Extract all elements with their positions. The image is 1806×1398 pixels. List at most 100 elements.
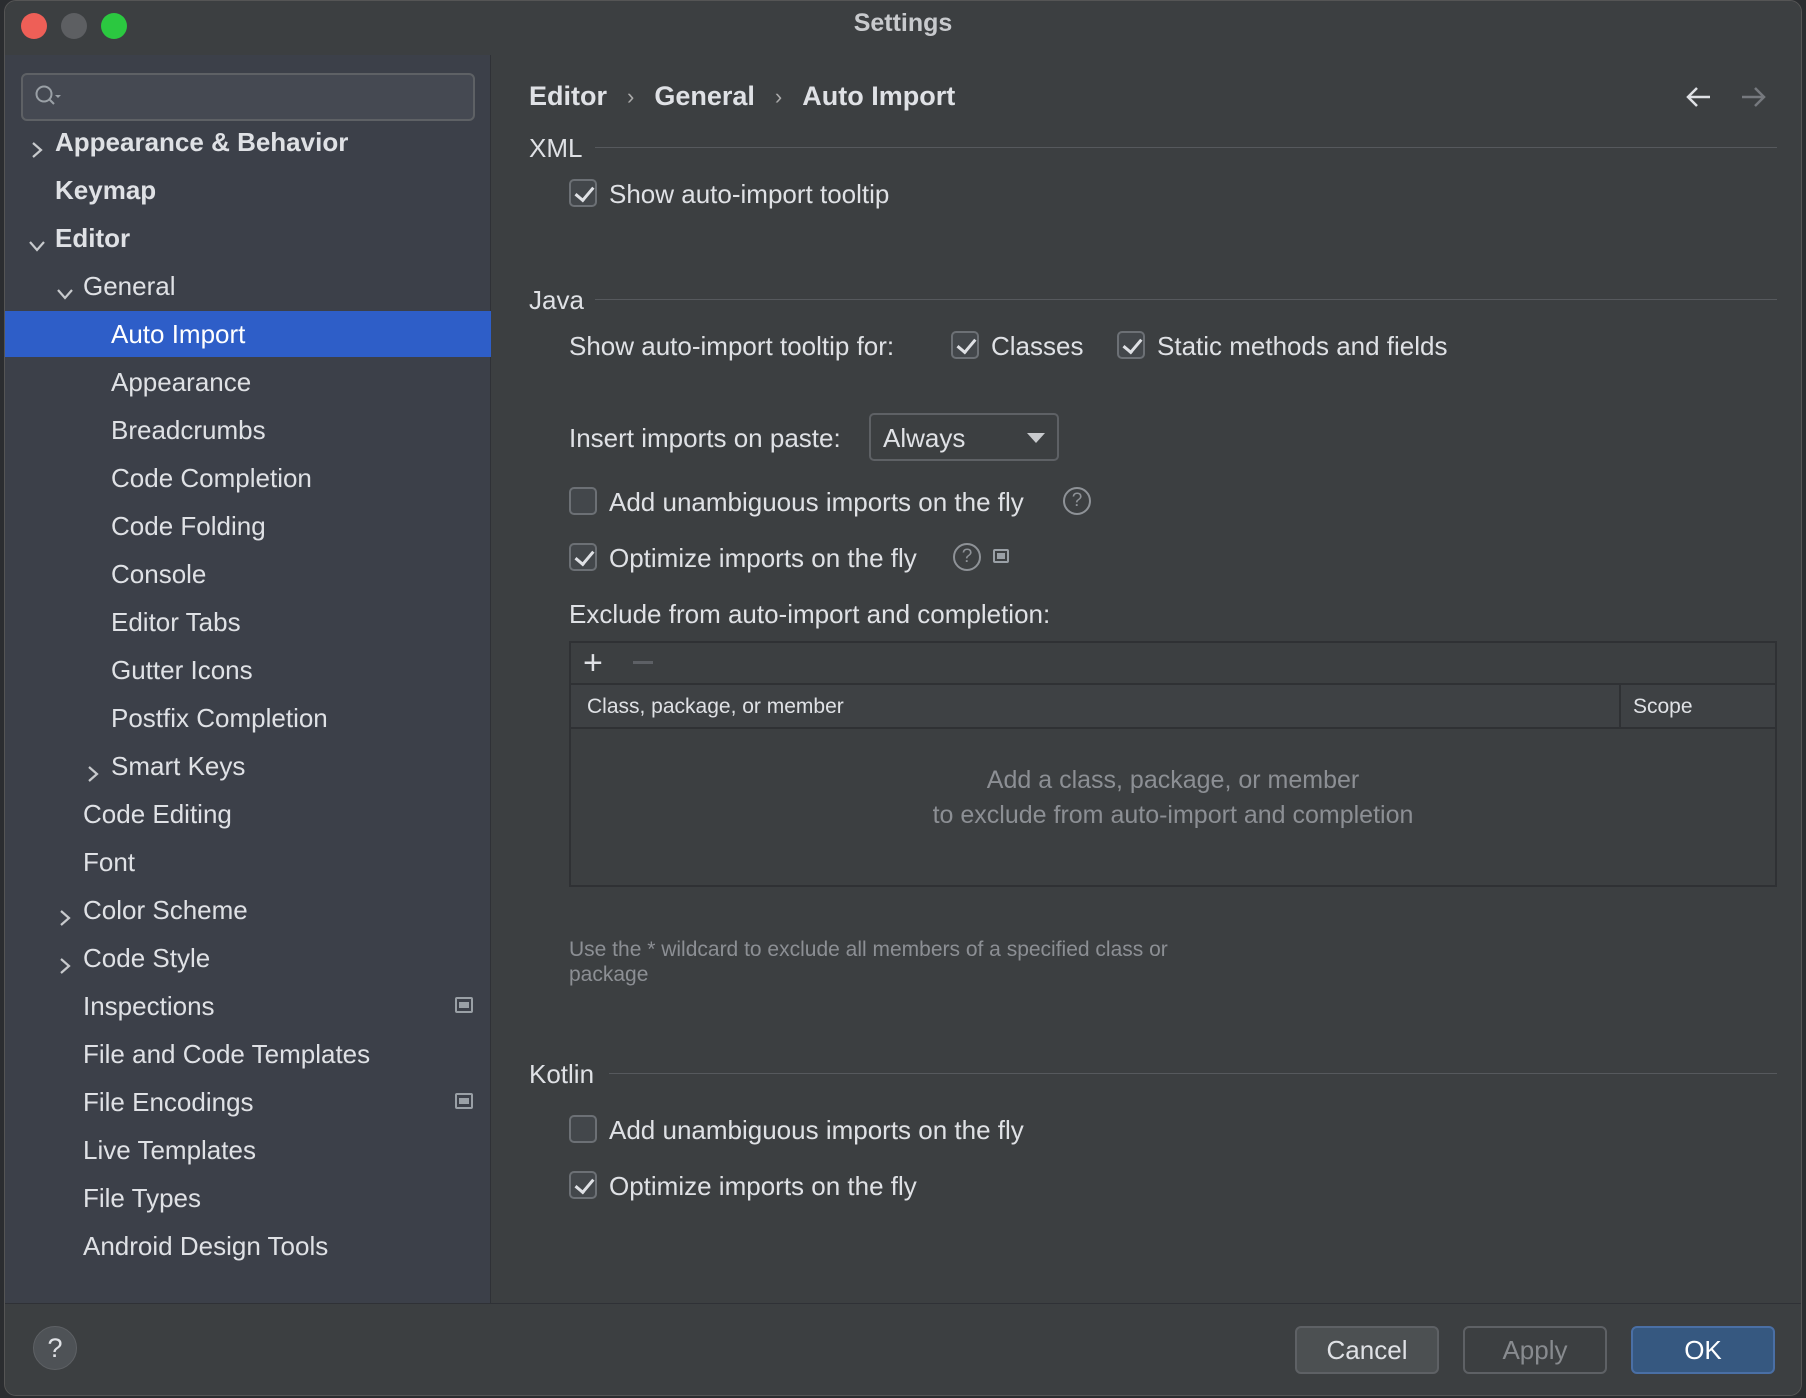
sidebar-item-file-encodings[interactable]: File Encodings (5, 1079, 491, 1125)
apply-button[interactable]: Apply (1463, 1326, 1607, 1374)
table-header: Class, package, or member Scope (571, 685, 1775, 729)
back-arrow-icon[interactable] (1683, 81, 1715, 113)
sidebar-item-label: General (83, 271, 176, 301)
table-toolbar: + (571, 643, 1775, 685)
sidebar-item-code-folding[interactable]: Code Folding (5, 503, 491, 549)
cancel-button[interactable]: Cancel (1295, 1326, 1439, 1374)
sidebar-item-editor-tabs[interactable]: Editor Tabs (5, 599, 491, 645)
sidebar-item-label: File Encodings (83, 1087, 254, 1117)
java-add-unambiguous-checkbox[interactable] (569, 487, 597, 515)
settings-search-input[interactable] (21, 73, 475, 121)
forward-arrow-icon[interactable] (1737, 81, 1769, 113)
sidebar-item-code-editing[interactable]: Code Editing (5, 791, 491, 837)
tooltip-for-label: Show auto-import tooltip for: (569, 331, 895, 361)
project-settings-icon (455, 1093, 473, 1109)
kotlin-add-unambiguous-checkbox[interactable] (569, 1115, 597, 1143)
java-section-title: Java (529, 285, 584, 315)
sidebar-item-console[interactable]: Console (5, 551, 491, 597)
sidebar-item-appearance-behavior[interactable]: Appearance & Behavior (5, 119, 491, 165)
help-icon[interactable]: ? (1063, 487, 1091, 515)
classes-checkbox[interactable] (951, 331, 979, 359)
static-methods-checkbox[interactable] (1117, 331, 1145, 359)
chevron-right-icon[interactable] (53, 946, 77, 974)
settings-sidebar: Appearance & Behavior Keymap Editor General… (5, 55, 491, 1303)
chevron-right-icon[interactable] (25, 130, 49, 158)
java-optimize-checkbox[interactable] (569, 543, 597, 571)
insert-imports-select[interactable]: Always (869, 413, 1059, 461)
sidebar-item-label: Color Scheme (83, 895, 248, 925)
sidebar-item-inspections[interactable]: Inspections (5, 983, 491, 1029)
kotlin-optimize-checkbox[interactable] (569, 1171, 597, 1199)
xml-show-tooltip-label[interactable]: Show auto-import tooltip (609, 179, 889, 210)
chevron-right-icon: › (627, 83, 635, 109)
chevron-down-icon[interactable] (53, 274, 77, 300)
sidebar-item-label: Breadcrumbs (111, 415, 266, 445)
static-methods-label[interactable]: Static methods and fields (1157, 331, 1448, 362)
settings-window: Settings Appearance & Behavior Keymap Edit… (4, 0, 1802, 1396)
sidebar-item-label: File Types (83, 1183, 202, 1213)
java-optimize-label[interactable]: Optimize imports on the fly (609, 543, 917, 574)
xml-separator (595, 147, 1777, 148)
sidebar-item-file-and-code-templates[interactable]: File and Code Templates (5, 1031, 491, 1077)
table-empty-text: Add a class, package, or member to exclu… (571, 763, 1775, 833)
breadcrumb: Editor › General › Auto Import (529, 81, 955, 112)
search-icon (35, 85, 61, 105)
sidebar-item-file-types[interactable]: File Types (5, 1175, 491, 1221)
sidebar-item-label: Keymap (55, 175, 157, 205)
sidebar-item-label: Code Completion (111, 463, 312, 493)
chevron-right-icon[interactable] (53, 898, 77, 926)
sidebar-item-label: Appearance & Behavior (55, 127, 349, 157)
ok-button[interactable]: OK (1631, 1326, 1775, 1374)
sidebar-item-label: Auto Import (111, 319, 246, 349)
java-add-unambiguous-label[interactable]: Add unambiguous imports on the fly (609, 487, 1024, 518)
kotlin-optimize-label[interactable]: Optimize imports on the fly (609, 1171, 917, 1202)
sidebar-item-postfix-completion[interactable]: Postfix Completion (5, 695, 491, 741)
sidebar-item-color-scheme[interactable]: Color Scheme (5, 887, 491, 933)
dialog-footer: ? Cancel Apply OK (5, 1303, 1801, 1395)
sidebar-item-label: Code Editing (83, 799, 232, 829)
sidebar-item-label: File and Code Templates (83, 1039, 371, 1069)
breadcrumb-editor[interactable]: Editor (529, 81, 607, 112)
help-icon[interactable]: ? (953, 543, 981, 571)
wildcard-hint: Use the * wildcard to exclude all member… (569, 938, 1168, 986)
exclude-table: + Class, package, or member Scope Add a … (569, 641, 1777, 887)
breadcrumb-general[interactable]: General (654, 81, 755, 112)
insert-imports-label: Insert imports on paste: (569, 423, 841, 453)
xml-show-tooltip-checkbox[interactable] (569, 179, 597, 207)
sidebar-item-label: Gutter Icons (111, 655, 253, 685)
sidebar-item-general[interactable]: General (5, 263, 491, 309)
kotlin-add-unambiguous-label[interactable]: Add unambiguous imports on the fly (609, 1115, 1024, 1146)
sidebar-item-smart-keys[interactable]: Smart Keys (5, 743, 491, 789)
exclude-label: Exclude from auto-import and completion: (569, 599, 1051, 629)
sidebar-item-breadcrumbs[interactable]: Breadcrumbs (5, 407, 491, 453)
column-header-class[interactable]: Class, package, or member (587, 695, 844, 719)
sidebar-item-keymap[interactable]: Keymap (5, 167, 491, 213)
sidebar-item-code-style[interactable]: Code Style (5, 935, 491, 981)
sidebar-item-label: Font (83, 847, 136, 877)
sidebar-item-code-completion[interactable]: Code Completion (5, 455, 491, 501)
sidebar-item-gutter-icons[interactable]: Gutter Icons (5, 647, 491, 693)
remove-icon (633, 661, 653, 664)
chevron-right-icon[interactable] (81, 754, 105, 782)
column-divider (1619, 685, 1621, 727)
kotlin-section-title: Kotlin (529, 1059, 595, 1089)
sidebar-item-label: Live Templates (83, 1135, 256, 1165)
title-bar: Settings (5, 1, 1801, 55)
sidebar-item-label: Smart Keys (111, 751, 246, 781)
add-icon[interactable]: + (583, 645, 603, 681)
classes-label[interactable]: Classes (991, 331, 1083, 362)
sidebar-item-label: Postfix Completion (111, 703, 328, 733)
sidebar-item-appearance[interactable]: Appearance (5, 359, 491, 405)
chevron-down-icon[interactable] (25, 226, 49, 252)
sidebar-item-live-templates[interactable]: Live Templates (5, 1127, 491, 1173)
help-button[interactable]: ? (33, 1326, 77, 1370)
window-title: Settings (853, 9, 953, 37)
chevron-right-icon: › (774, 83, 783, 109)
sidebar-item-auto-import[interactable]: Auto Import (5, 311, 491, 357)
sidebar-item-label: Appearance (111, 367, 252, 397)
sidebar-item-android-design-tools[interactable]: Android Design Tools (5, 1223, 491, 1269)
sidebar-item-font[interactable]: Font (5, 839, 491, 885)
sidebar-item-editor[interactable]: Editor (5, 215, 491, 261)
insert-imports-value: Always (883, 423, 966, 453)
column-header-scope[interactable]: Scope (1633, 695, 1693, 719)
